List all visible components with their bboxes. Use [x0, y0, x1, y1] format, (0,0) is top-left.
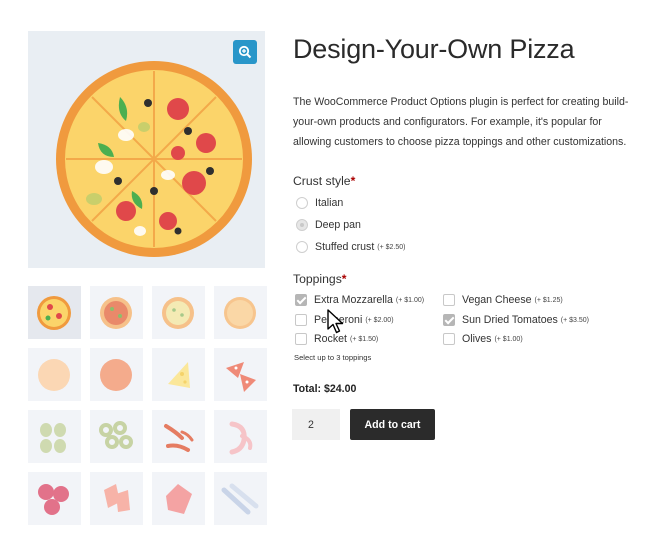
crust-option-label: Deep pan: [315, 219, 361, 231]
crust-option-deep-pan[interactable]: Deep pan: [296, 217, 361, 233]
thumbnail-chili-peppers[interactable]: [152, 410, 205, 463]
thumbnail-tomato-base[interactable]: [90, 348, 143, 401]
topping-label: Olives: [462, 333, 492, 345]
topping-label: Vegan Cheese: [462, 294, 532, 306]
pizza-sauce-thumb-icon: [100, 297, 132, 329]
topping-olives[interactable]: Olives (+ $1.00): [443, 331, 523, 347]
zoom-button[interactable]: [233, 40, 257, 64]
checkbox-olives[interactable]: [443, 333, 455, 345]
topping-price: (+ $1.50): [349, 335, 379, 343]
crust-option-price: (+ $2.50): [377, 243, 406, 251]
pizza-cheese-thumb-icon: [162, 297, 194, 329]
pepperoni-pieces-thumb-icon: [226, 362, 256, 392]
checkbox-sun-dried-tomatoes[interactable]: [443, 314, 455, 326]
anchovies-thumb-icon: [221, 483, 259, 515]
topping-price: (+ $2.00): [365, 316, 394, 324]
product-title: Design-Your-Own Pizza: [293, 34, 575, 64]
pizza-illustration: [56, 61, 252, 257]
thumbnail-pizza-cheese[interactable]: [152, 286, 205, 339]
olives-thumb-icon: [40, 423, 66, 453]
crust-option-italian[interactable]: Italian: [296, 195, 343, 211]
toppings-label: Toppings*: [293, 272, 347, 286]
prawns-thumb-icon: [229, 421, 253, 455]
salami-thumb-icon: [38, 484, 69, 515]
thumbnail-pizza-base[interactable]: [214, 286, 267, 339]
pizza-base-thumb-icon: [224, 297, 256, 329]
thumbnail-dough-ball[interactable]: [28, 348, 81, 401]
thumbnail-pizza-sauce[interactable]: [90, 286, 143, 339]
checkbox-vegan-cheese[interactable]: [443, 294, 455, 306]
quantity-input[interactable]: [292, 409, 340, 440]
order-total: Total: $24.00: [293, 383, 357, 395]
onion-rings-thumb-icon: [99, 421, 133, 449]
thumbnail-pizza[interactable]: [28, 286, 81, 339]
checkbox-rocket[interactable]: [295, 333, 307, 345]
tomato-base-thumb-icon: [100, 359, 132, 391]
thumbnail-cheese-slices[interactable]: [152, 348, 205, 401]
ham-thumb-icon: [166, 484, 192, 514]
topping-price: (+ $1.25): [534, 296, 563, 304]
topping-extra-mozzarella[interactable]: Extra Mozzarella (+ $1.00): [295, 292, 424, 308]
topping-price: (+ $1.00): [494, 335, 523, 343]
mouse-cursor-icon: [327, 309, 344, 334]
cheese-slices-thumb-icon: [168, 362, 190, 388]
dough-ball-thumb-icon: [38, 359, 70, 391]
topping-label: Extra Mozzarella: [314, 294, 393, 306]
product-description: The WooCommerce Product Options plugin i…: [293, 96, 629, 148]
product-main-image[interactable]: [28, 31, 265, 268]
bacon-thumb-icon: [104, 484, 130, 512]
radio-stuffed-crust[interactable]: [296, 241, 308, 253]
radio-deep-pan[interactable]: [296, 219, 308, 231]
topping-sun-dried-tomatoes[interactable]: Sun Dried Tomatoes (+ $3.50): [443, 312, 589, 328]
topping-label: Sun Dried Tomatoes: [462, 314, 558, 326]
required-mark: *: [341, 272, 347, 286]
thumbnail-anchovies[interactable]: [214, 472, 267, 525]
thumbnail-ham[interactable]: [152, 472, 205, 525]
thumbnail-bacon[interactable]: [90, 472, 143, 525]
crust-style-label: Crust style*: [293, 174, 355, 188]
thumbnail-olives[interactable]: [28, 410, 81, 463]
toppings-label-text: Toppings: [293, 272, 342, 286]
required-mark: *: [350, 174, 356, 188]
checkbox-pepperoni[interactable]: [295, 314, 307, 326]
radio-italian[interactable]: [296, 197, 308, 209]
chili-peppers-thumb-icon: [164, 424, 194, 452]
thumbnail-gallery: [28, 286, 268, 525]
thumbnail-prawns[interactable]: [214, 410, 267, 463]
zoom-in-icon: [238, 45, 252, 59]
topping-price: (+ $1.00): [395, 296, 425, 304]
crust-option-label: Stuffed crust: [315, 241, 375, 253]
thumbnail-pepperoni-pieces[interactable]: [214, 348, 267, 401]
topping-price: (+ $3.50): [560, 316, 590, 324]
thumbnail-onion-rings[interactable]: [90, 410, 143, 463]
toppings-hint: Select up to 3 toppings: [294, 353, 372, 362]
checkbox-extra-mozzarella[interactable]: [295, 294, 307, 306]
topping-vegan-cheese[interactable]: Vegan Cheese (+ $1.25): [443, 292, 563, 308]
crust-option-label: Italian: [315, 197, 344, 209]
pizza-thumb-icon: [37, 296, 71, 330]
crust-style-label-text: Crust style: [293, 174, 351, 188]
add-to-cart-button[interactable]: Add to cart: [350, 409, 435, 440]
thumbnail-salami[interactable]: [28, 472, 81, 525]
crust-option-stuffed-crust[interactable]: Stuffed crust (+ $2.50): [296, 239, 406, 255]
